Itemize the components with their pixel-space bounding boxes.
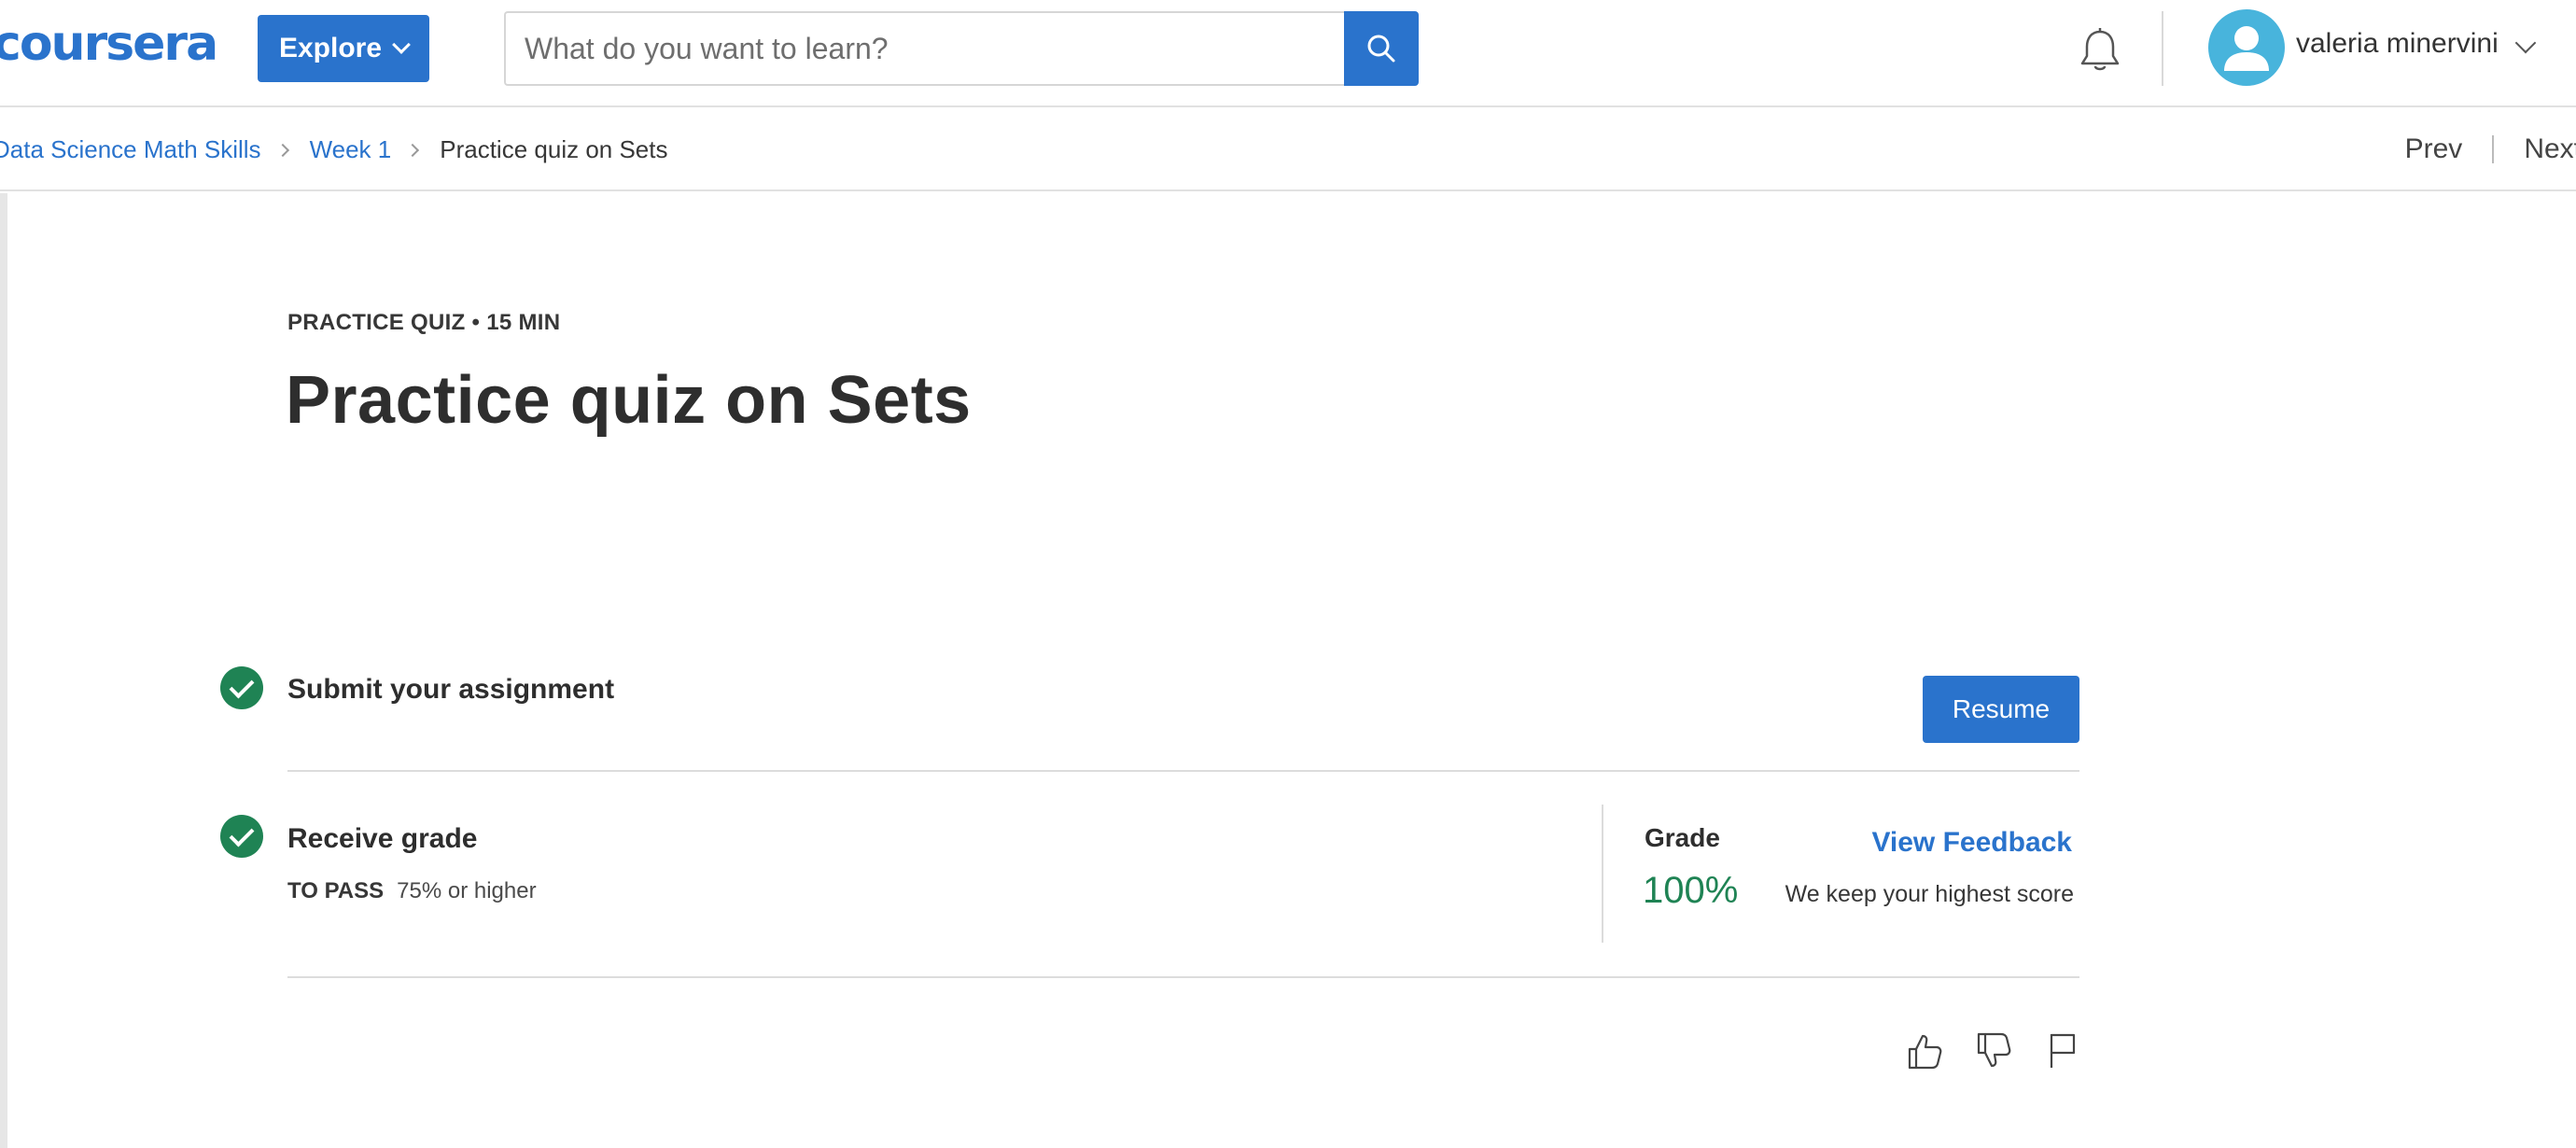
user-name[interactable]: valeria minervini: [2296, 28, 2499, 60]
flag-icon: [2050, 1033, 2076, 1068]
breadcrumb: Data Science Math Skills Week 1 Practice…: [0, 135, 667, 164]
search-button[interactable]: [1344, 11, 1419, 86]
chevron-right-icon: [406, 143, 420, 157]
check-circle-icon: [220, 815, 263, 858]
section-divider: [287, 976, 2079, 978]
thumbs-down-button[interactable]: [1969, 1027, 2018, 1075]
item-meta: PRACTICE QUIZ • 15 MIN: [287, 310, 561, 335]
coursera-logo[interactable]: coursera: [0, 11, 218, 77]
avatar-icon: [2224, 26, 2269, 71]
feedback-actions: [1900, 1027, 2087, 1075]
prev-link[interactable]: Prev: [2405, 133, 2463, 165]
explore-button[interactable]: Explore: [258, 15, 429, 82]
search-bar: [504, 11, 1419, 86]
report-button[interactable]: [2038, 1027, 2087, 1075]
search-icon: [1367, 35, 1395, 63]
section-divider: [287, 770, 2079, 772]
chevron-down-icon[interactable]: [2514, 32, 2537, 54]
breadcrumb-bar: Data Science Math Skills Week 1 Practice…: [0, 109, 2576, 191]
chevron-right-icon: [275, 143, 289, 157]
bell-icon[interactable]: [2074, 24, 2126, 77]
submit-step-title: Submit your assignment: [287, 674, 615, 705]
grade-divider: [1602, 805, 1603, 943]
to-pass-value: 75% or higher: [397, 878, 537, 903]
thumbs-up-button[interactable]: [1900, 1027, 1949, 1075]
item-pagination: Prev Next: [2405, 133, 2576, 165]
thumbs-up-icon: [1908, 1034, 1942, 1070]
check-circle-icon: [220, 666, 263, 709]
thumbs-down-icon: [1977, 1032, 2011, 1068]
breadcrumb-week[interactable]: Week 1: [310, 135, 392, 164]
next-link[interactable]: Next: [2524, 133, 2576, 165]
grade-label: Grade: [1645, 823, 1720, 852]
chevron-down-icon: [392, 35, 411, 54]
pagination-divider: [2492, 135, 2495, 163]
to-pass-label: TO PASS: [287, 878, 385, 903]
breadcrumb-current: Practice quiz on Sets: [440, 135, 668, 163]
receive-step-title: Receive grade: [287, 823, 478, 854]
page-title: Practice quiz on Sets: [286, 363, 972, 438]
nav-divider: [2162, 11, 2163, 86]
breadcrumb-course[interactable]: Data Science Math Skills: [0, 135, 261, 164]
explore-label: Explore: [278, 33, 383, 63]
avatar[interactable]: [2208, 9, 2285, 86]
view-feedback-link[interactable]: View Feedback: [1871, 827, 2072, 859]
pass-requirement: TO PASS 75% or higher: [287, 878, 537, 904]
top-navigation: coursera Explore valeria minervini: [0, 0, 2576, 107]
grade-value: 100%: [1643, 870, 1739, 911]
highest-score-note: We keep your highest score: [1785, 881, 2074, 907]
left-edge-bar: [0, 193, 7, 1148]
search-input[interactable]: [504, 11, 1344, 86]
resume-button[interactable]: Resume: [1923, 676, 2079, 743]
